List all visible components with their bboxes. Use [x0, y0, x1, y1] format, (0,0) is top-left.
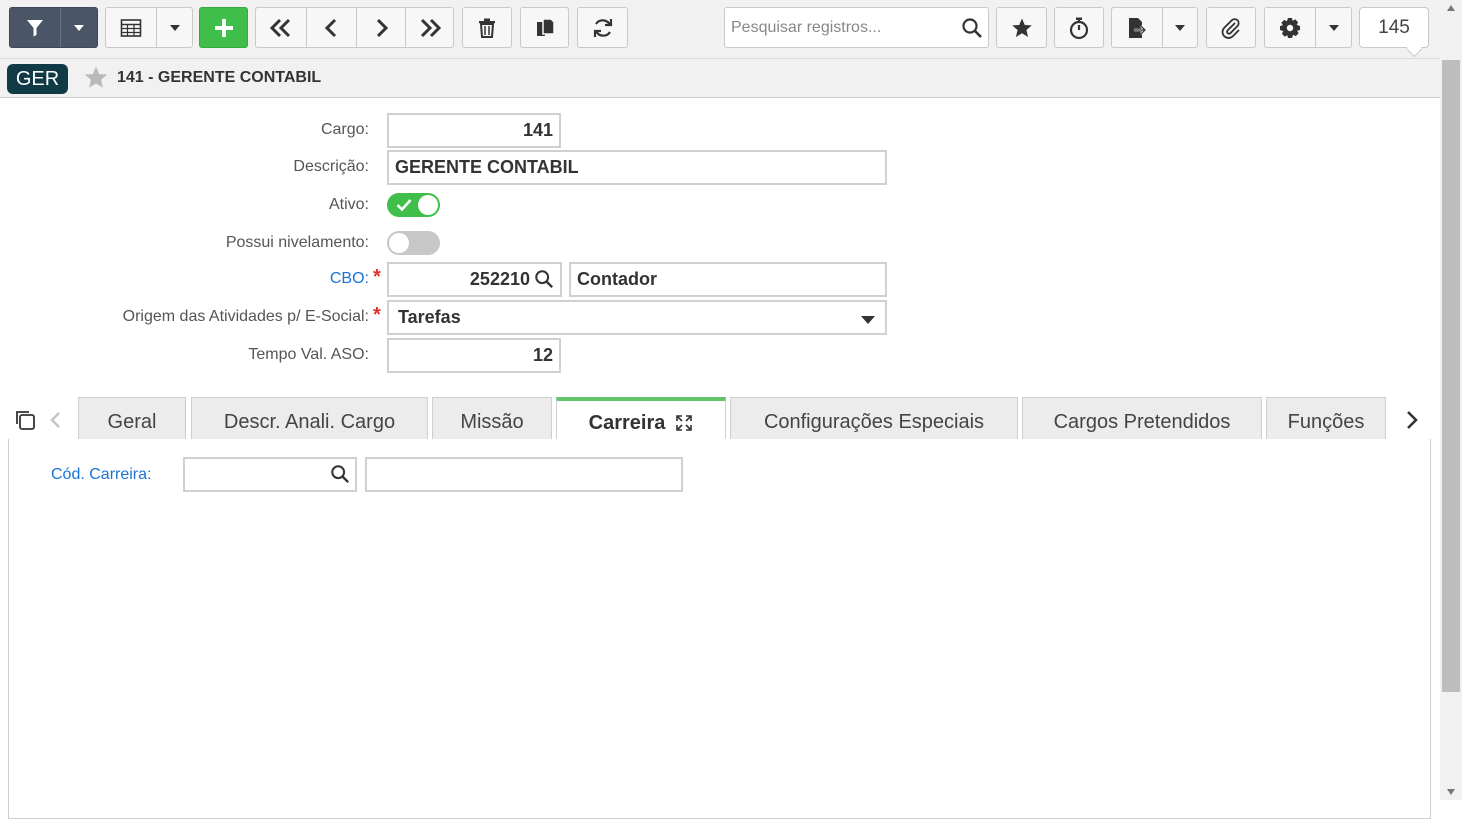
cargo-label: Cargo: — [320, 121, 369, 138]
tab-funcoes[interactable]: Funções — [1266, 397, 1386, 440]
carreira-panel — [8, 439, 1431, 819]
filter-icon[interactable] — [10, 8, 60, 47]
descricao-label: Descrição: — [293, 158, 369, 175]
tab-carreira[interactable]: Carreira — [556, 397, 726, 441]
double-chevron-right-icon — [420, 18, 441, 37]
tab-cargos-pretendidos[interactable]: Cargos Pretendidos — [1022, 397, 1262, 440]
ativo-label: Ativo: — [328, 196, 369, 213]
tab-label: Descr. Anali. Cargo — [223, 411, 396, 433]
chevron-right-icon — [376, 18, 389, 37]
toggle-knob — [389, 233, 409, 253]
descricao-value: GERENTE CONTABIL — [395, 157, 579, 177]
favorite-button[interactable] — [996, 7, 1047, 48]
tab-geral[interactable]: Geral — [78, 397, 186, 440]
cbo-search-icon[interactable] — [534, 269, 554, 294]
expand-icon[interactable] — [675, 414, 693, 432]
page-title: 141 - GERENTE CONTABIL — [117, 69, 322, 86]
stopwatch-icon — [1069, 17, 1089, 39]
cbo-code-value: 252210 — [469, 269, 530, 289]
copy-icon — [536, 17, 555, 36]
filter-dropdown-caret-icon[interactable] — [60, 8, 97, 47]
title-bar: GER 141 - GERENTE CONTABIL — [0, 58, 1440, 98]
paperclip-icon — [1221, 17, 1240, 39]
check-icon — [396, 199, 412, 212]
gear-icon[interactable] — [1265, 8, 1315, 47]
chevron-left-icon — [324, 18, 336, 37]
star-icon — [1011, 18, 1032, 37]
tabs-scroll-right-icon[interactable] — [1404, 409, 1420, 436]
record-count-value: 145 — [1378, 16, 1410, 38]
grid-dropdown-caret-icon[interactable] — [156, 8, 192, 47]
origem-select[interactable]: Tarefas — [387, 300, 887, 335]
double-chevron-left-icon — [269, 18, 291, 37]
tab-configuracoes-especiais[interactable]: Configurações Especiais — [730, 397, 1018, 440]
descricao-field[interactable]: GERENTE CONTABIL — [387, 150, 887, 185]
chevron-down-icon — [861, 316, 875, 324]
cbo-label[interactable]: CBO: — [330, 270, 369, 288]
module-badge: GER — [7, 64, 68, 94]
nivelamento-toggle[interactable] — [387, 231, 440, 255]
cbo-required-mark: * — [373, 266, 381, 288]
tab-label: Missão — [460, 411, 524, 433]
next-record-button[interactable] — [356, 8, 405, 47]
scroll-down-arrow-icon[interactable] — [1446, 788, 1456, 796]
toolbar: 145 — [0, 0, 1440, 58]
cod-carreira-label[interactable]: Cód. Carreira: — [51, 466, 151, 484]
tab-label: Funções — [1287, 411, 1365, 433]
search-input[interactable] — [725, 8, 955, 47]
search-box — [724, 7, 989, 48]
tab-label: Cargos Pretendidos — [1053, 411, 1231, 433]
add-record-button[interactable] — [199, 7, 248, 48]
tempo-field[interactable]: 12 — [387, 338, 561, 373]
export-button[interactable] — [1111, 7, 1198, 48]
scrollbar-thumb[interactable] — [1442, 60, 1460, 692]
search-icon[interactable] — [961, 17, 983, 44]
refresh-button[interactable] — [577, 7, 628, 48]
ativo-toggle[interactable] — [387, 193, 440, 217]
refresh-icon — [593, 18, 612, 37]
settings-dropdown-caret-icon[interactable] — [1315, 8, 1351, 47]
export-dropdown-caret-icon[interactable] — [1162, 8, 1197, 47]
toggle-knob — [418, 195, 438, 215]
first-record-button[interactable] — [256, 8, 306, 47]
attachments-button[interactable] — [1206, 7, 1256, 48]
copy-tabs-icon[interactable] — [13, 408, 37, 437]
tab-label: Carreira — [588, 412, 666, 434]
tab-label: Geral — [107, 411, 157, 433]
record-navigation — [255, 7, 454, 48]
tempo-label: Tempo Val. ASO: — [248, 346, 369, 363]
cbo-description-field: Contador — [569, 262, 887, 297]
trash-icon — [479, 18, 495, 38]
cod-carreira-search-icon[interactable] — [330, 464, 350, 489]
settings-button[interactable] — [1264, 7, 1352, 48]
scroll-up-arrow-icon[interactable] — [1446, 4, 1456, 12]
tempo-value: 12 — [532, 345, 553, 365]
cargo-value: 141 — [522, 120, 553, 140]
plus-icon — [214, 18, 233, 37]
previous-record-button[interactable] — [306, 8, 356, 47]
duplicate-button[interactable] — [520, 7, 569, 48]
tab-descr-anali-cargo[interactable]: Descr. Anali. Cargo — [191, 397, 428, 440]
nivelamento-label: Possui nivelamento: — [225, 234, 369, 251]
origem-selected-value: Tarefas — [398, 307, 461, 327]
last-record-button[interactable] — [405, 8, 453, 47]
star-icon[interactable] — [83, 65, 109, 95]
cbo-description-value: Contador — [577, 269, 657, 289]
carreira-description-field — [365, 457, 683, 492]
tab-label: Configurações Especiais — [763, 411, 985, 433]
tabs-scroll-left-icon[interactable] — [49, 410, 63, 435]
filter-button[interactable] — [9, 7, 98, 48]
table-icon[interactable] — [106, 8, 156, 47]
delete-button[interactable] — [462, 7, 512, 48]
timer-button[interactable] — [1054, 7, 1104, 48]
grid-view-button[interactable] — [105, 7, 193, 48]
origem-label: Origem das Atividades p/ E-Social: — [122, 308, 369, 325]
tab-missao[interactable]: Missão — [432, 397, 552, 440]
cargo-field[interactable]: 141 — [387, 113, 561, 148]
origem-required-mark: * — [373, 304, 381, 326]
record-count: 145 — [1359, 7, 1429, 48]
export-icon[interactable] — [1112, 8, 1162, 47]
